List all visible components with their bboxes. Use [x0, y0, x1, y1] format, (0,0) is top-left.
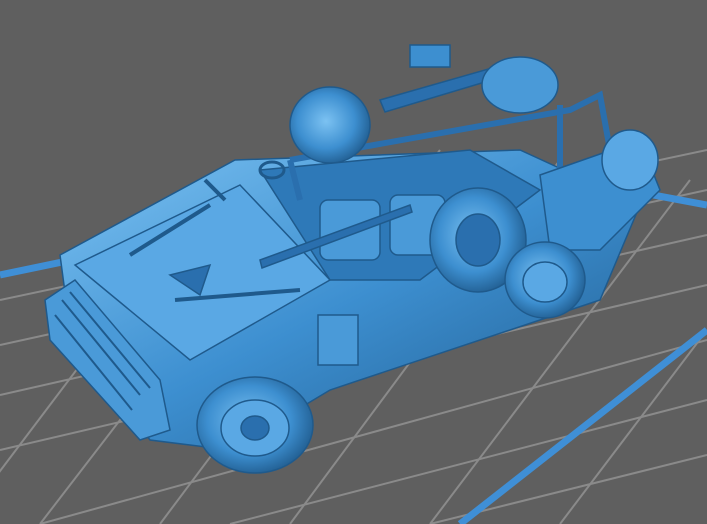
rear-ring-mount — [481, 56, 559, 114]
side-jerry-can — [317, 314, 359, 366]
helmet-bag — [601, 129, 659, 191]
gun-box — [409, 44, 451, 68]
rear-spare-wheel — [289, 86, 371, 164]
scene-svg — [0, 44, 707, 524]
vehicle-model — [44, 44, 661, 474]
3d-viewport[interactable] — [0, 0, 707, 524]
